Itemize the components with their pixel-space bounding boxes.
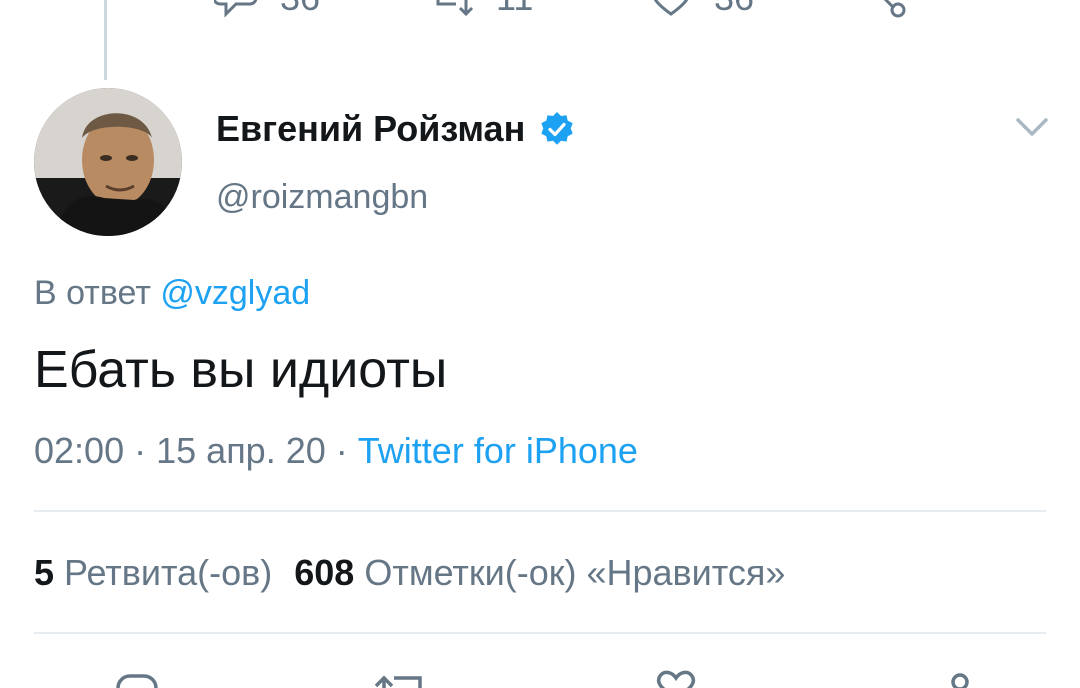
reply-icon — [214, 0, 258, 18]
avatar-photo — [34, 88, 182, 236]
prev-retweet-action[interactable]: 11 — [430, 0, 533, 18]
prev-retweet-count: 11 — [496, 0, 533, 18]
tweet-meta: 02:00 · 15 апр. 20 · Twitter for iPhone — [34, 430, 638, 472]
heart-icon[interactable] — [648, 668, 704, 688]
meta-separator: · — [335, 430, 348, 471]
prev-share-action[interactable] — [862, 0, 908, 18]
heart-icon — [653, 0, 689, 16]
author-name-row: Евгений Ройзман — [216, 108, 575, 150]
author-name[interactable]: Евгений Ройзман — [216, 108, 525, 150]
tweet-time[interactable]: 02:00 — [34, 430, 124, 471]
share-icon[interactable] — [932, 668, 988, 688]
previous-tweet-actions: 36 11 36 — [0, 0, 1080, 22]
tweet-source-link[interactable]: Twitter for iPhone — [358, 430, 638, 471]
retweets-count: 5 — [34, 552, 55, 593]
divider — [34, 510, 1046, 512]
author-avatar[interactable] — [34, 88, 182, 236]
reply-icon[interactable] — [108, 668, 164, 688]
prev-reply-count: 36 — [280, 0, 320, 18]
tweet-date[interactable]: 15 апр. 20 — [156, 430, 326, 471]
chevron-down-icon[interactable] — [1014, 112, 1050, 142]
retweet-icon[interactable] — [372, 668, 428, 688]
tweet-stats: 5 Ретвита(-ов) 608 Отметки(-ок) «Нравится… — [34, 552, 785, 594]
likes-label: Отметки(-ок) «Нравится» — [364, 552, 786, 593]
prev-like-action[interactable]: 36 — [648, 0, 754, 18]
divider — [34, 632, 1046, 634]
meta-separator: · — [134, 430, 147, 471]
retweets-label: Ретвита(-ов) — [64, 552, 273, 593]
prev-like-count: 36 — [714, 0, 754, 18]
tweet-text: Ебать вы идиоты — [34, 341, 448, 399]
reply-prefix: В ответ — [34, 274, 151, 312]
tweet-detail-page: 36 11 36 — [0, 0, 1080, 688]
likes-count: 608 — [294, 552, 355, 593]
author-handle[interactable]: @roizmangbn — [216, 178, 428, 217]
reply-mention-link[interactable]: @vzglyad — [160, 274, 310, 312]
likes-stat[interactable]: 608 Отметки(-ок) «Нравится» — [294, 552, 785, 593]
thread-connector-line — [104, 0, 107, 80]
retweets-stat[interactable]: 5 Ретвита(-ов) — [34, 552, 272, 593]
retweet-icon — [436, 0, 474, 17]
share-icon — [883, 0, 906, 18]
verified-badge-icon — [541, 112, 574, 145]
prev-reply-action[interactable]: 36 — [214, 0, 320, 18]
reply-context: В ответ @vzglyad — [34, 274, 310, 313]
tweet-actions — [0, 668, 1080, 688]
